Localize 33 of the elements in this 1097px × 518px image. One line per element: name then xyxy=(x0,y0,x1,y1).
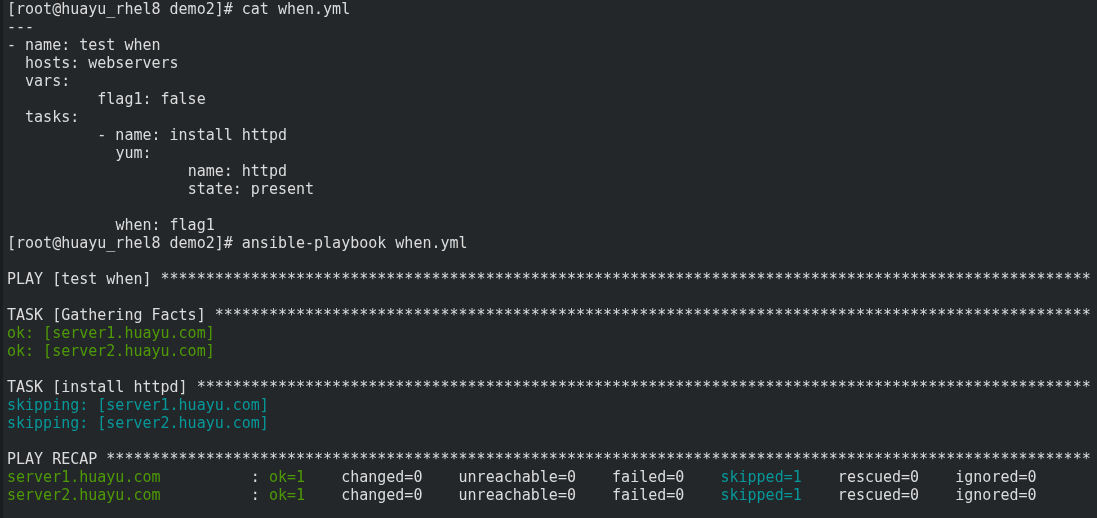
ok-status: ok=1 xyxy=(268,468,306,486)
ok-status: ok: [server2.huayu.com] xyxy=(7,342,215,360)
output-line: hosts: webservers xyxy=(25,54,179,72)
output-line: name: httpd xyxy=(187,162,287,180)
output-line: rescued=0 ignored=0 xyxy=(836,486,1037,504)
output-line: changed=0 unreachable=0 failed=0 xyxy=(340,468,686,486)
output-line: changed=0 unreachable=0 failed=0 xyxy=(340,486,686,504)
ok-status: ok: [server1.huayu.com] xyxy=(7,324,215,342)
output-line: PLAY RECAP ************************************************************************************************************* xyxy=(7,450,1091,468)
output-line: --- xyxy=(7,18,35,36)
skip-status: skipped=1 xyxy=(720,486,802,504)
output-line: tasks: xyxy=(25,108,80,126)
output-line: - name: install httpd xyxy=(97,126,287,144)
command-line: [root@huayu_rhel8 demo2]# cat when.yml xyxy=(7,0,351,18)
command-line: [root@huayu_rhel8 demo2]# ansible-playbook when.yml xyxy=(7,234,468,252)
output-line: PLAY [test when] ******************************************************************************************************* xyxy=(7,270,1091,288)
output-line: : xyxy=(249,486,261,504)
ok-status: server1.huayu.com xyxy=(7,468,161,486)
output-line: : xyxy=(249,468,261,486)
ok-status: ok=1 xyxy=(268,486,306,504)
output-line: TASK [Gathering Facts] ************************************************************************************************* xyxy=(7,306,1091,324)
skip-status: skipped=1 xyxy=(720,468,802,486)
output-line: state: present xyxy=(187,180,315,198)
skip-status: skipping: [server1.huayu.com] xyxy=(7,396,269,414)
output-line: - name: test when xyxy=(7,36,161,54)
output-line: when: flag1 xyxy=(115,216,215,234)
output-line: flag1: false xyxy=(97,90,206,108)
skip-status: skipping: [server2.huayu.com] xyxy=(7,414,269,432)
output-line: yum: xyxy=(115,144,152,162)
output-line: TASK [install httpd] *************************************************************************************************** xyxy=(7,378,1091,396)
output-line: rescued=0 ignored=0 xyxy=(836,468,1037,486)
output-line: vars: xyxy=(25,72,71,90)
ok-status: server2.huayu.com xyxy=(7,486,161,504)
